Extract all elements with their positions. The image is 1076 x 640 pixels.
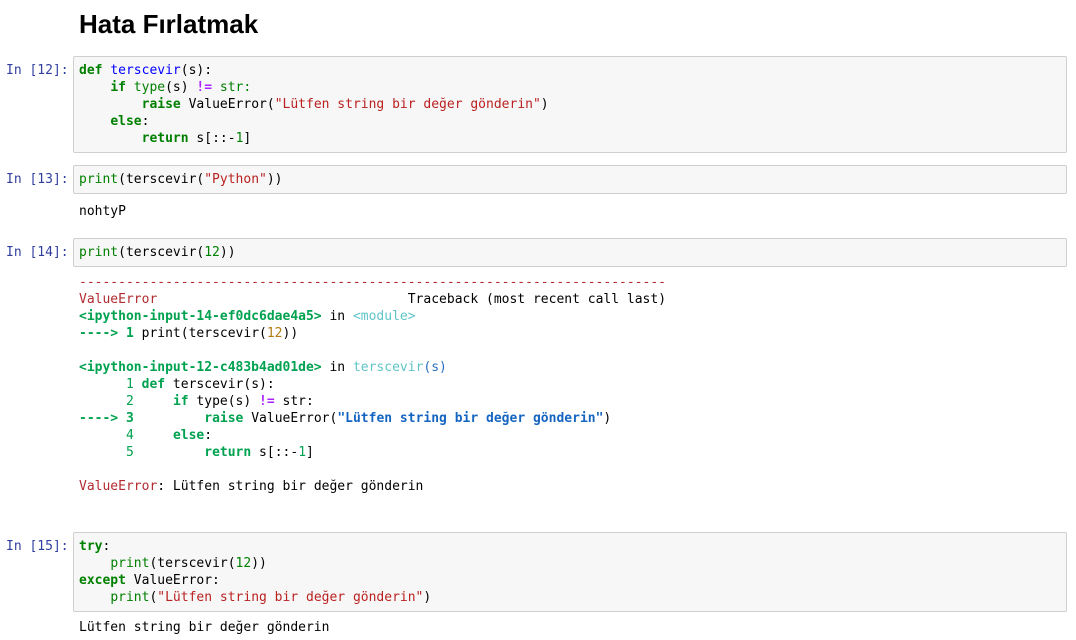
builtin: type (133, 80, 166, 95)
cell-prompt: In [13]: (6, 172, 69, 187)
keyword: try (79, 539, 103, 554)
code-text: )) (219, 245, 236, 260)
number-literal: 1 (298, 445, 307, 460)
code-text: (s): (180, 63, 213, 78)
number-literal: 12 (204, 245, 220, 260)
operator: != (259, 394, 275, 409)
code-input[interactable]: print(terscevir("Python")) (79, 171, 283, 188)
cell-output: Lütfen string bir değer gönderin (79, 620, 330, 635)
keyword: else (172, 428, 205, 443)
builtin: print (79, 172, 119, 187)
keyword: else (110, 114, 142, 129)
line-number: 2 (125, 394, 134, 409)
builtin: print (110, 556, 150, 571)
code-cell-12[interactable]: def terscevir(s): if type(s) != str: rai… (73, 56, 1067, 153)
code-text: )) (282, 326, 299, 341)
line-number: 5 (125, 445, 134, 460)
traceback-dashes: ----------------------------------------… (79, 275, 666, 290)
code-text: ValueError( (243, 411, 338, 426)
code-text: : (204, 428, 213, 443)
code-cell-13[interactable]: print(terscevir("Python")) (73, 165, 1067, 194)
traceback-function: <module> (352, 309, 416, 324)
code-text: terscevir(s): (165, 377, 275, 392)
code-text: ) (603, 411, 612, 426)
line-number: 4 (125, 428, 134, 443)
number-literal: 12 (266, 326, 283, 341)
traceback-header: Traceback (most recent call last) (407, 292, 667, 307)
string-literal: "Lütfen string bir değer gönderin" (157, 590, 424, 605)
builtin: print (110, 590, 150, 605)
code-cell-15[interactable]: try: print(terscevir(12)) except ValueEr… (73, 532, 1067, 612)
keyword: return (204, 445, 252, 460)
keyword: if (172, 394, 189, 409)
code-text: (s) (165, 80, 197, 95)
keyword: if (110, 80, 126, 95)
code-text: )) (266, 172, 283, 187)
code-text: print(terscevir( (141, 326, 267, 341)
code-text: ) (423, 590, 432, 605)
traceback-file: <ipython-input-12-c483b4ad01de> (79, 360, 322, 375)
cell-output: nohtyP (79, 204, 126, 219)
code-text: : (141, 114, 150, 129)
keyword: raise (141, 97, 181, 112)
code-input[interactable]: try: print(terscevir(12)) except ValueEr… (79, 538, 431, 606)
traceback-message: : Lütfen string bir değer gönderin (157, 479, 424, 494)
traceback-args: (s) (423, 360, 447, 375)
builtin: str: (212, 80, 252, 95)
string-literal: "Python" (204, 172, 267, 187)
code-text: (terscevir( (118, 172, 205, 187)
traceback-error-name: ValueError (79, 292, 158, 307)
code-text: (terscevir( (149, 556, 236, 571)
traceback-arrow: ----> 1 (79, 326, 142, 341)
keyword: def (79, 63, 103, 78)
traceback-arrow: ----> 3 (79, 411, 134, 426)
code-text: s[::- (251, 445, 299, 460)
cell-prompt: In [12]: (6, 63, 69, 78)
code-text: ] (306, 445, 314, 460)
code-text: ] (243, 131, 252, 146)
cell-prompt: In [15]: (6, 539, 69, 554)
code-text: ValueError( (180, 97, 275, 112)
code-text: ) (540, 97, 549, 112)
code-text: in (329, 360, 346, 375)
keyword: return (141, 131, 189, 146)
code-text: in (329, 309, 346, 324)
section-heading: Hata Fırlatmak (79, 9, 259, 39)
function-name: terscevir (110, 63, 181, 78)
code-text: )) (251, 556, 267, 571)
code-text: (terscevir( (118, 245, 205, 260)
string-literal: "Lütfen string bir değer gönderin" (274, 97, 541, 112)
line-number: 1 (125, 377, 134, 392)
code-input[interactable]: print(terscevir(12)) (79, 244, 236, 261)
string-literal: "Lütfen string bir değer gönderin" (337, 411, 604, 426)
builtin: print (79, 245, 119, 260)
code-cell-14[interactable]: print(terscevir(12)) (73, 238, 1067, 267)
operator: != (196, 80, 213, 95)
traceback-function: terscevir (352, 360, 424, 375)
keyword: def (141, 377, 166, 392)
code-text: type(s) (188, 394, 260, 409)
code-text: : (102, 539, 111, 554)
number-literal: 12 (235, 556, 252, 571)
traceback-output: ----------------------------------------… (79, 274, 666, 495)
code-text: str: (274, 394, 314, 409)
code-text: s[::- (188, 131, 236, 146)
code-text: ValueError: (125, 573, 220, 588)
traceback-error-name: ValueError (79, 479, 158, 494)
code-input[interactable]: def terscevir(s): if type(s) != str: rai… (79, 62, 549, 147)
traceback-file: <ipython-input-14-ef0dc6dae4a5> (79, 309, 322, 324)
keyword: raise (204, 411, 244, 426)
keyword: except (79, 573, 126, 588)
cell-prompt: In [14]: (6, 245, 69, 260)
